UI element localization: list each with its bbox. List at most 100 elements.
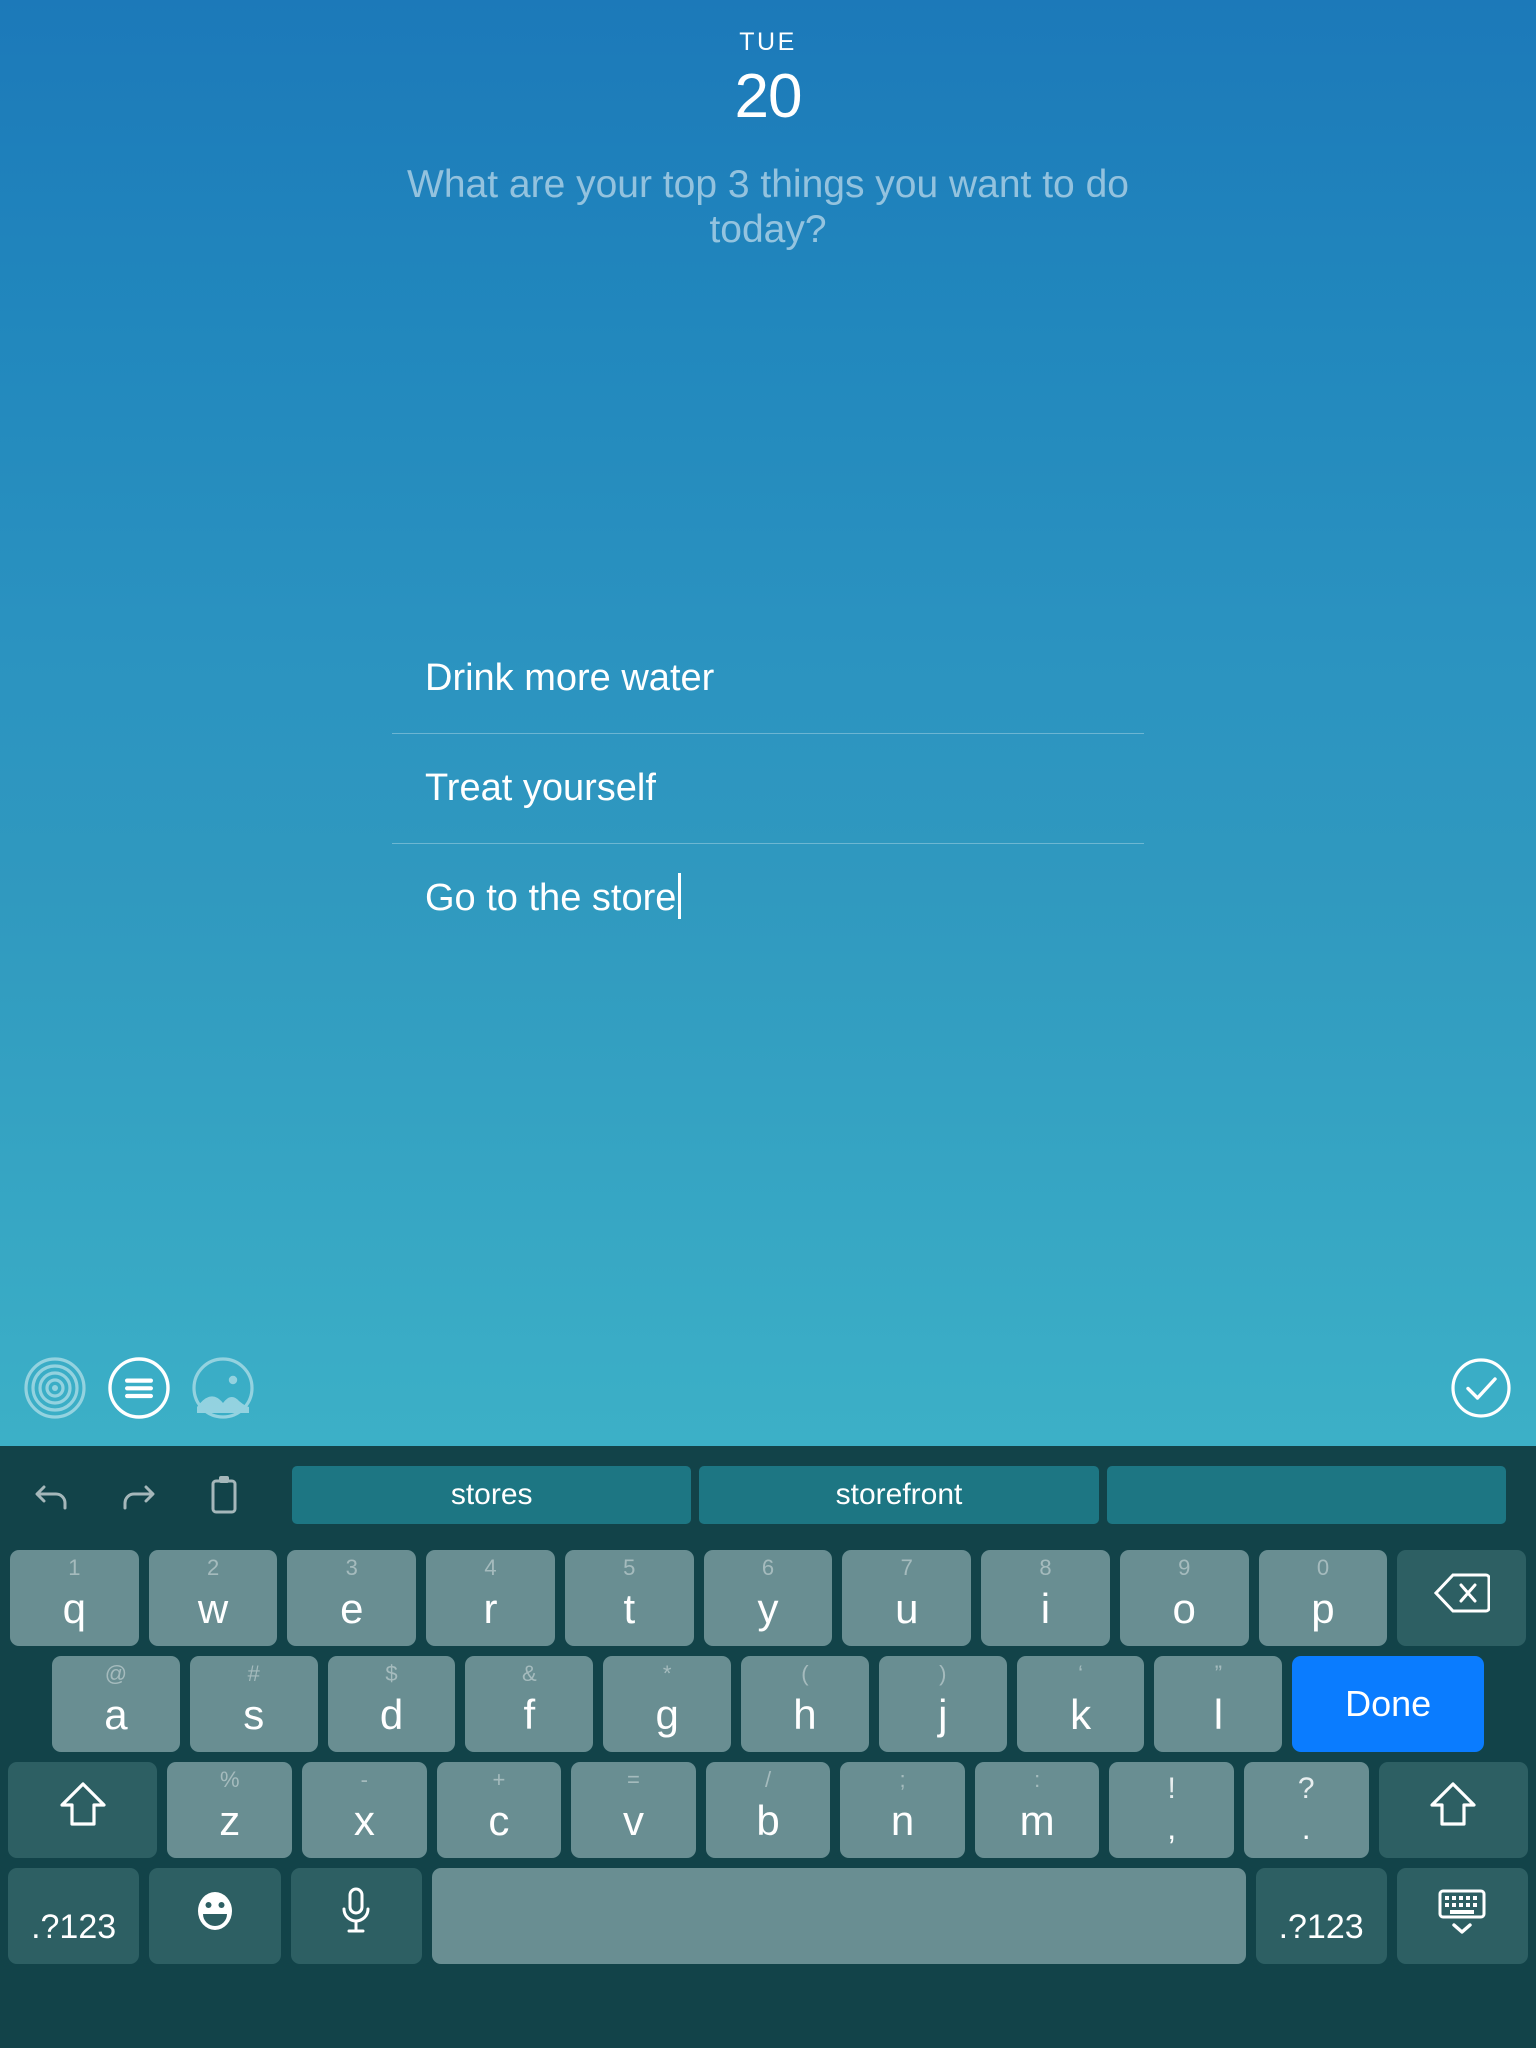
key-sub: 3 <box>345 1555 358 1580</box>
key-sub: ? <box>1297 1772 1315 1805</box>
entry-text: Treat yourself <box>425 766 656 809</box>
key-rows: 1q 2w 3e 4r 5t 6y 7u 8i 9o 0p @ a # s $ … <box>0 1544 1536 1978</box>
date-weekday: TUE <box>739 28 797 56</box>
undo-icon[interactable] <box>30 1471 74 1519</box>
key-label: q <box>62 1585 87 1632</box>
shift-icon[interactable] <box>8 1762 158 1858</box>
key-g[interactable]: * g <box>603 1656 732 1752</box>
key-s[interactable]: # s <box>189 1656 318 1752</box>
key-sub: @ <box>104 1661 128 1686</box>
list-item[interactable]: Go to the store <box>392 843 1144 953</box>
key-sub: = <box>627 1767 640 1792</box>
symbols-key-left[interactable]: .?123 <box>8 1868 140 1964</box>
key-w[interactable]: 2w <box>148 1550 278 1646</box>
key-label: s <box>243 1691 265 1738</box>
key-p[interactable]: 0p <box>1258 1550 1388 1646</box>
keyboard-row-1: 1q 2w 3e 4r 5t 6y 7u 8i 9o 0p <box>8 1550 1528 1646</box>
onscreen-keyboard: stores storefront 1q 2w 3e 4r 5t 6y 7u 8… <box>0 1446 1536 2048</box>
key-u[interactable]: 7u <box>842 1550 972 1646</box>
shift-icon[interactable] <box>1378 1762 1528 1858</box>
key-r[interactable]: 4r <box>426 1550 555 1646</box>
suggestion-item[interactable] <box>1106 1466 1506 1524</box>
key-o[interactable]: 9o <box>1119 1550 1249 1646</box>
key-z[interactable]: % z <box>167 1762 293 1858</box>
done-button[interactable]: Done <box>1292 1656 1485 1752</box>
entry-text: Drink more water <box>425 656 715 699</box>
key-label: Done <box>1345 1683 1432 1724</box>
target-icon[interactable] <box>24 1357 86 1419</box>
backspace-icon[interactable] <box>1397 1550 1527 1646</box>
key-label: b <box>756 1797 780 1844</box>
key-n[interactable]: ; n <box>840 1762 965 1858</box>
list-item[interactable]: Treat yourself <box>392 733 1144 843</box>
check-circle-icon[interactable] <box>1450 1357 1512 1419</box>
key-label: . <box>1301 1809 1311 1846</box>
key-sub: + <box>492 1767 506 1792</box>
microphone-icon[interactable] <box>290 1868 422 1964</box>
key-t[interactable]: 5t <box>564 1550 694 1646</box>
key-sub: 1 <box>68 1555 81 1580</box>
key-k[interactable]: ‘k <box>1016 1656 1145 1752</box>
key-x[interactable]: -x <box>302 1762 427 1858</box>
key-label: o <box>1172 1585 1196 1632</box>
key-label: d <box>379 1691 404 1738</box>
entry-text: Go to the store <box>425 876 677 919</box>
key-label: k <box>1070 1691 1092 1738</box>
key-l[interactable]: ” l <box>1154 1656 1283 1752</box>
key-sub: 2 <box>206 1555 220 1580</box>
entry-list: Drink more water Treat yourself Go to th… <box>392 623 1144 953</box>
keyboard-row-3: % z -x + c = v / b ; n :m !, ?. <box>8 1762 1528 1858</box>
key-label: z <box>219 1797 241 1844</box>
list-icon[interactable] <box>108 1357 170 1419</box>
key-label: y <box>757 1585 779 1632</box>
key-q[interactable]: 1q <box>9 1550 139 1646</box>
photo-icon[interactable] <box>192 1357 254 1419</box>
key-m[interactable]: :m <box>974 1762 1100 1858</box>
key-period[interactable]: ?. <box>1243 1762 1369 1858</box>
key-label: l <box>1213 1691 1224 1738</box>
key-label: c <box>488 1797 510 1844</box>
hide-keyboard-icon[interactable] <box>1396 1868 1528 1964</box>
suggestion-bar: stores storefront <box>0 1446 1536 1544</box>
key-i[interactable]: 8i <box>981 1550 1110 1646</box>
key-sub: * <box>662 1661 672 1686</box>
key-c[interactable]: + c <box>436 1762 562 1858</box>
page-title: What are your top 3 things you want to d… <box>407 163 1129 251</box>
suggestion-item[interactable]: storefront <box>699 1466 1099 1524</box>
key-b[interactable]: / b <box>705 1762 831 1858</box>
redo-icon[interactable] <box>116 1471 160 1519</box>
key-v[interactable]: = v <box>571 1762 696 1858</box>
key-label: v <box>622 1797 644 1844</box>
list-item[interactable]: Drink more water <box>392 623 1144 733</box>
key-sub: ” <box>1214 1661 1223 1686</box>
key-h[interactable]: (h <box>741 1656 869 1752</box>
key-e[interactable]: 3e <box>287 1550 417 1646</box>
date-header: TUE 20 <box>735 28 803 130</box>
key-comma[interactable]: !, <box>1109 1762 1234 1858</box>
key-label: .?123 <box>1278 1907 1364 1946</box>
key-label: x <box>353 1797 375 1844</box>
clipboard-icon[interactable] <box>202 1471 246 1519</box>
key-sub: 8 <box>1039 1555 1052 1580</box>
key-label: p <box>1311 1585 1335 1632</box>
key-j[interactable]: ) j <box>878 1656 1007 1752</box>
key-sub: ‘ <box>1078 1661 1084 1686</box>
space-key[interactable] <box>431 1868 1246 1964</box>
suggestion-item[interactable]: stores <box>292 1466 692 1524</box>
key-label: r <box>483 1585 498 1632</box>
key-sub: # <box>247 1661 260 1686</box>
keyboard-row-4: .?123 .?123 <box>8 1868 1528 1964</box>
key-label: .?123 <box>31 1907 117 1946</box>
key-a[interactable]: @ a <box>51 1656 180 1752</box>
symbols-key-right[interactable]: .?123 <box>1255 1868 1387 1964</box>
key-y[interactable]: 6y <box>703 1550 833 1646</box>
key-f[interactable]: & f <box>465 1656 594 1752</box>
key-label: f <box>523 1691 536 1738</box>
emoji-icon[interactable] <box>149 1868 281 1964</box>
key-d[interactable]: $ d <box>327 1656 456 1752</box>
key-sub: / <box>764 1767 772 1792</box>
key-sub: 7 <box>900 1555 913 1580</box>
key-sub: % <box>219 1767 240 1792</box>
key-label: w <box>197 1585 229 1632</box>
key-label: j <box>938 1691 948 1738</box>
